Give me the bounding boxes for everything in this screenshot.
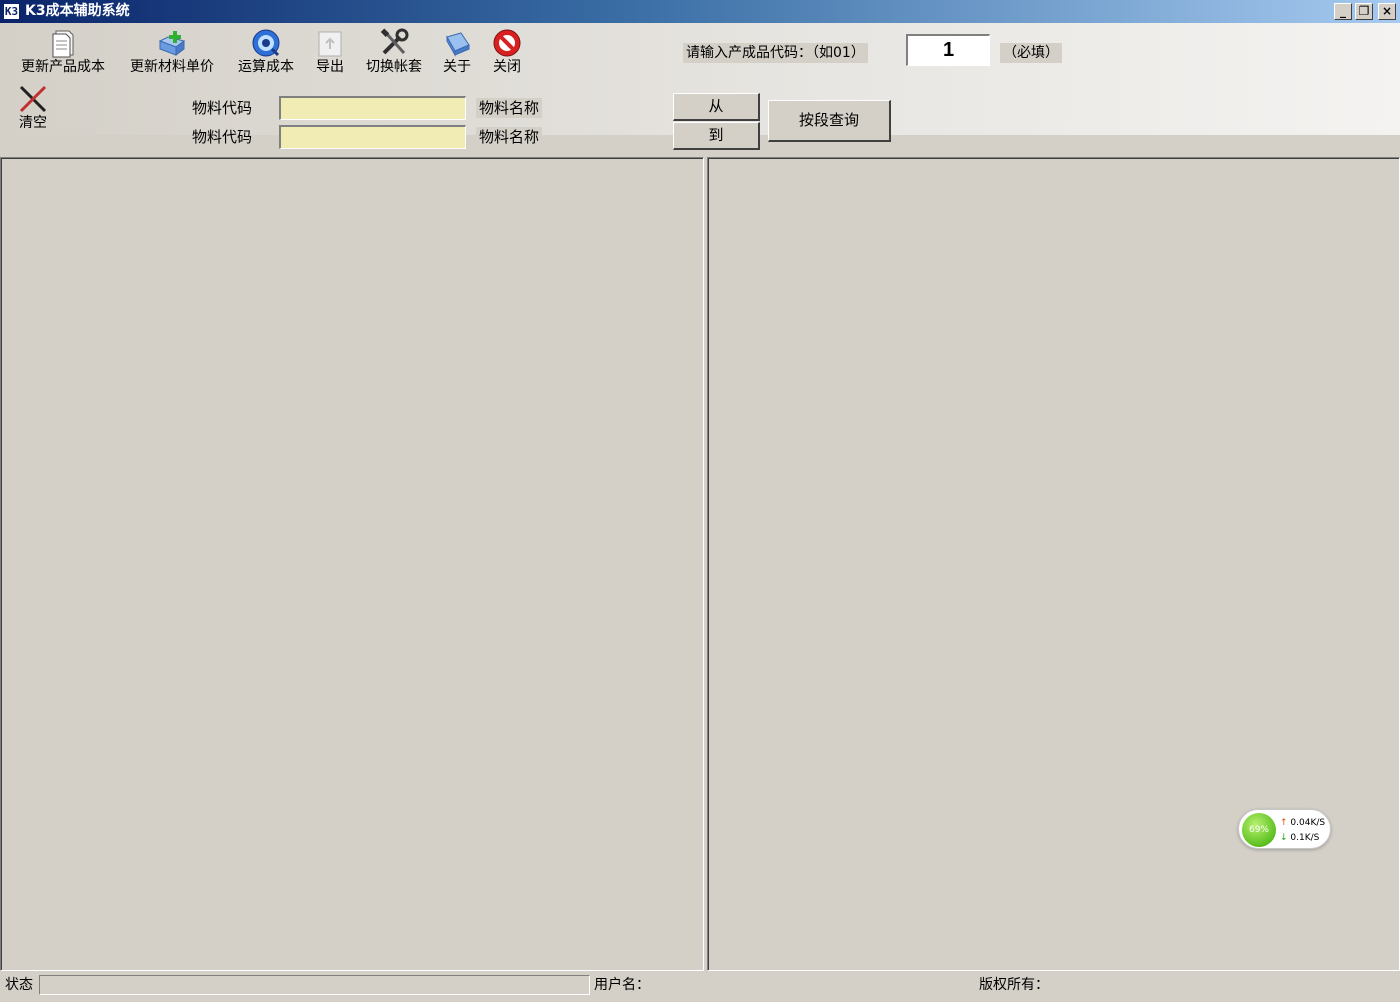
document-icon: [52, 30, 74, 58]
clear-label: 清空: [19, 115, 47, 131]
username-label: 用户名：: [594, 977, 650, 993]
range-query-button[interactable]: 按段查询: [768, 100, 891, 142]
about-button[interactable]: 关于: [438, 27, 476, 75]
to-button[interactable]: 到: [673, 122, 760, 150]
material-name-label-to: 物料名称: [476, 127, 543, 147]
export-button[interactable]: 导出: [312, 27, 348, 75]
from-button[interactable]: 从: [673, 93, 760, 121]
material-name-label-from: 物料名称: [476, 98, 543, 118]
upload-arrow-icon: ↑: [1280, 818, 1288, 828]
download-speed: ↓ 0.1K/S: [1280, 832, 1319, 844]
update-material-price-label: 更新材料单价: [130, 59, 214, 75]
close-app-button[interactable]: 关闭: [488, 27, 526, 75]
material-code-label-from: 物料代码: [192, 99, 253, 117]
product-code-prompt: 请输入产成品代码：（如01）: [683, 43, 868, 63]
toolbar-area: 更新产品成本 更新材料单价 运算成本 导出 切换帐套 关于 关闭 清空 物料代码…: [0, 23, 1400, 150]
restore-button[interactable]: ❐: [1355, 3, 1373, 20]
calculate-cost-label: 运算成本: [238, 59, 294, 75]
close-app-label: 关闭: [493, 59, 521, 75]
material-code-to-input[interactable]: [279, 125, 466, 149]
status-field: [39, 975, 590, 995]
close-window-button[interactable]: ×: [1378, 3, 1396, 20]
app-icon[interactable]: K3: [3, 3, 20, 20]
material-code-from-input[interactable]: [279, 96, 466, 120]
update-product-cost-label: 更新产品成本: [21, 59, 105, 75]
export-icon: [318, 31, 342, 57]
export-label: 导出: [316, 59, 344, 75]
calculate-cost-button[interactable]: 运算成本: [233, 27, 299, 75]
required-hint: （必填）: [1000, 43, 1062, 63]
update-product-cost-button[interactable]: 更新产品成本: [16, 27, 110, 75]
title-bar[interactable]: K3 K3成本辅助系统 _ ❐ ×: [0, 0, 1400, 23]
window-title: K3成本辅助系统: [25, 3, 130, 19]
download-speed-value: 0.1K/S: [1290, 833, 1320, 843]
network-monitor-widget[interactable]: 69% ↑ 0.04K/S ↓ 0.1K/S: [1238, 809, 1331, 849]
upload-speed: ↑ 0.04K/S: [1280, 817, 1325, 829]
left-grid-panel[interactable]: [0, 157, 704, 971]
network-percent: 69%: [1242, 813, 1276, 847]
switch-account-button[interactable]: 切换帐套: [360, 27, 428, 75]
folder-add-icon: [158, 31, 186, 56]
clear-x-icon: [19, 85, 47, 113]
update-material-price-button[interactable]: 更新材料单价: [124, 27, 220, 75]
material-code-label-to: 物料代码: [192, 128, 253, 146]
minimize-button[interactable]: _: [1334, 3, 1352, 20]
copyright-label: 版权所有：: [979, 977, 1049, 993]
info-book-icon: [446, 32, 470, 57]
stop-icon: [493, 29, 521, 57]
about-label: 关于: [443, 59, 471, 75]
clear-button[interactable]: 清空: [14, 83, 52, 131]
status-label: 状态: [5, 977, 33, 993]
upload-speed-value: 0.04K/S: [1290, 818, 1326, 828]
switch-account-label: 切换帐套: [366, 59, 422, 75]
calculate-icon: [252, 29, 280, 57]
tools-icon: [380, 28, 409, 55]
product-code-input[interactable]: 1: [906, 34, 990, 66]
download-arrow-icon: ↓: [1280, 833, 1288, 843]
status-bar: 状态 用户名： 版权所有：: [0, 972, 1400, 1002]
